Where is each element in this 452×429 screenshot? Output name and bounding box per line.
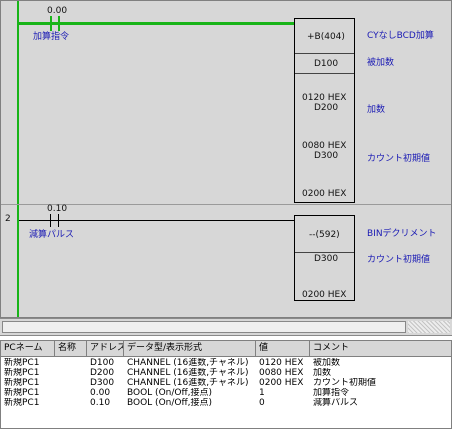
decrement-operand-value: 0200 HEX	[302, 290, 347, 300]
cell-value: 0	[259, 398, 265, 408]
cell-comment: 加数	[313, 368, 332, 378]
cell-pc-name: 新規PC1	[4, 368, 40, 378]
cell-value: 0080 HEX	[259, 368, 304, 378]
rung2-contact-address: 0.10	[47, 204, 68, 214]
block-divider	[295, 53, 354, 54]
operand2-value: 0120 HEX	[302, 93, 347, 103]
cell-pc-name: 新規PC1	[4, 398, 40, 408]
operand3-address: D300	[314, 151, 339, 161]
cell-data-type: CHANNEL (16進数,チャネル)	[127, 368, 249, 378]
scrollbar-thumb[interactable]	[2, 321, 406, 333]
header-address[interactable]: アドレス	[87, 341, 124, 356]
cell-data-type: BOOL (On/Off,接点)	[127, 398, 213, 408]
rung2-contact-comment: 減算パルス	[29, 230, 75, 240]
operand2-comment: 加数	[367, 105, 386, 115]
cell-address: D100	[90, 358, 115, 368]
rung1-contact-address: 0.00	[47, 6, 68, 16]
table-row[interactable]: 新規PC1 D100 CHANNEL (16進数,チャネル) 0120 HEX …	[1, 358, 451, 368]
cell-data-type: CHANNEL (16進数,チャネル)	[127, 378, 249, 388]
cell-comment: 減算パルス	[313, 398, 359, 408]
ladder-diagram[interactable]: 0.00 加算指令 +B(404) D100 0120 HEX D200 008…	[0, 0, 452, 318]
watch-table[interactable]: PCネーム 名称 アドレス データ型/表示形式 値 コメント 新規PC1 D10…	[0, 340, 452, 429]
cell-address: 0.00	[90, 388, 111, 398]
cell-address: D200	[90, 368, 115, 378]
header-data-type[interactable]: データ型/表示形式	[124, 341, 256, 356]
table-header: PCネーム 名称 アドレス データ型/表示形式 値 コメント	[1, 341, 451, 357]
operand3-value: 0080 HEX	[302, 141, 347, 151]
decrement-instruction-comment: BINデクリメント	[367, 229, 437, 239]
operand3-comment: カウント初期値	[367, 154, 431, 164]
block-divider	[295, 252, 354, 253]
rung1-contact-comment: 加算指令	[33, 32, 70, 42]
decrement-operand-comment: カウント初期値	[367, 255, 431, 265]
block-divider	[295, 73, 354, 74]
scrollbar-track[interactable]	[408, 321, 450, 333]
header-pc-name[interactable]: PCネーム	[1, 341, 55, 356]
table-row[interactable]: 新規PC1 0.00 BOOL (On/Off,接点) 1 加算指令	[1, 388, 451, 398]
cell-name	[55, 398, 87, 408]
add-instruction-block[interactable]: +B(404) D100 0120 HEX D200 0080 HEX D300…	[294, 18, 355, 203]
header-name[interactable]: 名称	[55, 341, 87, 356]
cell-name	[55, 358, 87, 368]
rung2-contact[interactable]	[50, 214, 64, 227]
operand1-address: D100	[314, 59, 339, 69]
operand3-result: 0200 HEX	[302, 189, 347, 199]
header-value[interactable]: 値	[256, 341, 310, 356]
cell-name	[55, 378, 87, 388]
header-comment[interactable]: コメント	[310, 341, 451, 356]
decrement-instruction-block[interactable]: --(592) D300 0200 HEX	[294, 215, 355, 301]
operand2-address: D200	[314, 103, 339, 113]
table-row[interactable]: 新規PC1 D200 CHANNEL (16進数,チャネル) 0080 HEX …	[1, 368, 451, 378]
rung1-contact[interactable]	[50, 16, 64, 31]
decrement-operand-address: D300	[314, 254, 339, 264]
cell-data-type: CHANNEL (16進数,チャネル)	[127, 358, 249, 368]
cell-comment: 被加数	[313, 358, 341, 368]
table-row[interactable]: 新規PC1 0.10 BOOL (On/Off,接点) 0 減算パルス	[1, 398, 451, 408]
add-instruction-comment: CYなしBCD加算	[367, 31, 434, 41]
table-row[interactable]: 新規PC1 D300 CHANNEL (16進数,チャネル) 0200 HEX …	[1, 378, 451, 388]
decrement-instruction-name: --(592)	[309, 230, 340, 240]
cell-value: 1	[259, 388, 265, 398]
horizontal-scrollbar[interactable]	[0, 318, 452, 336]
cell-name	[55, 388, 87, 398]
cell-comment: 加算指令	[313, 388, 350, 398]
operand1-comment: 被加数	[367, 58, 395, 68]
cell-value: 0120 HEX	[259, 358, 304, 368]
cell-pc-name: 新規PC1	[4, 358, 40, 368]
cell-address: 0.10	[90, 398, 111, 408]
rung2-number: 2	[5, 214, 11, 224]
cell-address: D300	[90, 378, 115, 388]
cell-value: 0200 HEX	[259, 378, 304, 388]
left-power-rail	[17, 1, 19, 317]
cell-name	[55, 368, 87, 378]
add-instruction-name: +B(404)	[307, 32, 345, 42]
rung-separator	[1, 204, 451, 205]
cell-data-type: BOOL (On/Off,接点)	[127, 388, 213, 398]
cell-pc-name: 新規PC1	[4, 378, 40, 388]
cell-pc-name: 新規PC1	[4, 388, 40, 398]
cell-comment: カウント初期値	[313, 378, 377, 388]
